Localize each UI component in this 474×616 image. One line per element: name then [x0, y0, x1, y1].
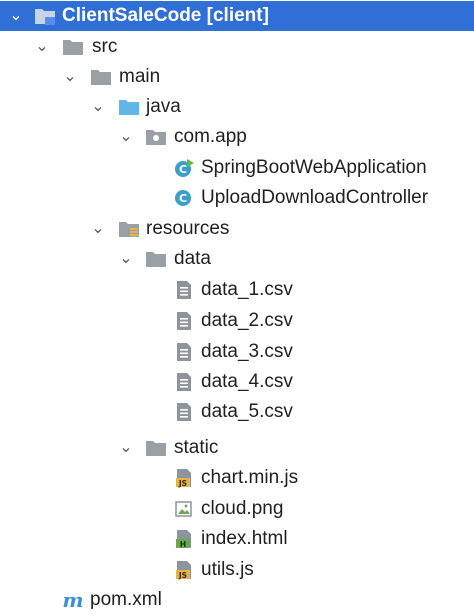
tree-node-root[interactable]: ⌄ ClientSaleCode [client]	[0, 1, 474, 31]
tree-label: data_1.csv	[201, 279, 293, 300]
tree-node-package[interactable]: ⌄ com.app	[0, 122, 474, 152]
text-file-icon	[173, 402, 195, 422]
tree-label: main	[119, 66, 161, 87]
tree-label: java	[146, 96, 181, 117]
tree-node-file[interactable]: data_2.csv	[0, 306, 474, 336]
chevron-down-icon[interactable]: ⌄	[117, 126, 135, 148]
package-icon	[145, 127, 167, 147]
text-file-icon	[173, 311, 195, 331]
svg-text:JS: JS	[178, 571, 187, 580]
tree-node-src[interactable]: ⌄ src	[0, 32, 474, 62]
tree-node-file[interactable]: JS chart.min.js	[0, 463, 474, 493]
project-tree: ⌄ ClientSaleCode [client] ⌄ src ⌄ main ⌄…	[0, 0, 474, 616]
text-file-icon	[173, 280, 195, 300]
html-file-icon: H	[173, 529, 195, 549]
folder-icon	[145, 438, 167, 458]
tree-node-static-folder[interactable]: ⌄ static	[0, 433, 474, 463]
js-file-icon: JS	[173, 468, 195, 488]
tree-label: pom.xml	[90, 589, 162, 610]
svg-text:C: C	[179, 163, 187, 176]
tree-label: data_2.csv	[201, 310, 293, 331]
tree-label: data_5.csv	[201, 401, 293, 422]
chevron-down-icon[interactable]: ⌄	[7, 5, 25, 27]
tree-label: ClientSaleCode [client]	[62, 5, 269, 26]
tree-node-resources[interactable]: ⌄ resources	[0, 214, 474, 244]
tree-label: utils.js	[201, 559, 254, 580]
tree-node-java[interactable]: ⌄ java	[0, 92, 474, 122]
tree-node-main[interactable]: ⌄ main	[0, 62, 474, 92]
tree-node-class[interactable]: C SpringBootWebApplication	[0, 153, 474, 183]
tree-label: SpringBootWebApplication	[201, 157, 427, 178]
chevron-down-icon[interactable]: ⌄	[117, 248, 135, 270]
tree-node-pom[interactable]: m pom.xml	[0, 585, 474, 615]
tree-label: cloud.png	[201, 498, 284, 519]
text-file-icon	[173, 342, 195, 362]
chevron-down-icon[interactable]: ⌄	[117, 437, 135, 459]
tree-label: resources	[146, 218, 230, 239]
tree-label: UploadDownloadController	[201, 187, 429, 208]
module-folder-icon	[34, 6, 56, 26]
svg-text:JS: JS	[178, 479, 187, 488]
tree-node-file[interactable]: data_4.csv	[0, 367, 474, 397]
svg-text:H: H	[180, 540, 186, 549]
tree-node-file[interactable]: data_1.csv	[0, 275, 474, 305]
tree-node-file[interactable]: JS utils.js	[0, 555, 474, 585]
folder-icon	[145, 249, 167, 269]
chevron-down-icon[interactable]: ⌄	[89, 218, 107, 240]
tree-node-file[interactable]: cloud.png	[0, 494, 474, 524]
chevron-down-icon[interactable]: ⌄	[33, 36, 51, 58]
tree-label: data	[174, 248, 211, 269]
tree-label: data_4.csv	[201, 371, 293, 392]
tree-node-class[interactable]: C UploadDownloadController	[0, 183, 474, 213]
chevron-down-icon[interactable]: ⌄	[89, 96, 107, 118]
source-root-folder-icon	[118, 97, 140, 117]
text-file-icon	[173, 372, 195, 392]
tree-label: static	[174, 437, 219, 458]
chevron-down-icon[interactable]: ⌄	[61, 66, 79, 88]
resources-folder-icon	[118, 219, 140, 239]
image-file-icon	[173, 499, 195, 519]
tree-label: index.html	[201, 528, 288, 549]
tree-node-file[interactable]: H index.html	[0, 524, 474, 554]
js-file-icon: JS	[173, 560, 195, 580]
folder-icon	[90, 67, 112, 87]
spring-boot-class-icon: C	[173, 158, 195, 178]
folder-icon	[62, 37, 84, 57]
svg-text:C: C	[179, 192, 187, 205]
class-icon: C	[173, 188, 195, 208]
tree-node-file[interactable]: data_3.csv	[0, 337, 474, 367]
tree-label: src	[92, 36, 118, 57]
tree-label: data_3.csv	[201, 341, 293, 362]
tree-label: com.app	[174, 126, 247, 147]
svg-text:m: m	[62, 590, 83, 610]
tree-node-file[interactable]: data_5.csv	[0, 397, 474, 427]
tree-label: chart.min.js	[201, 467, 299, 488]
tree-node-data-folder[interactable]: ⌄ data	[0, 244, 474, 274]
maven-icon: m	[62, 590, 84, 610]
